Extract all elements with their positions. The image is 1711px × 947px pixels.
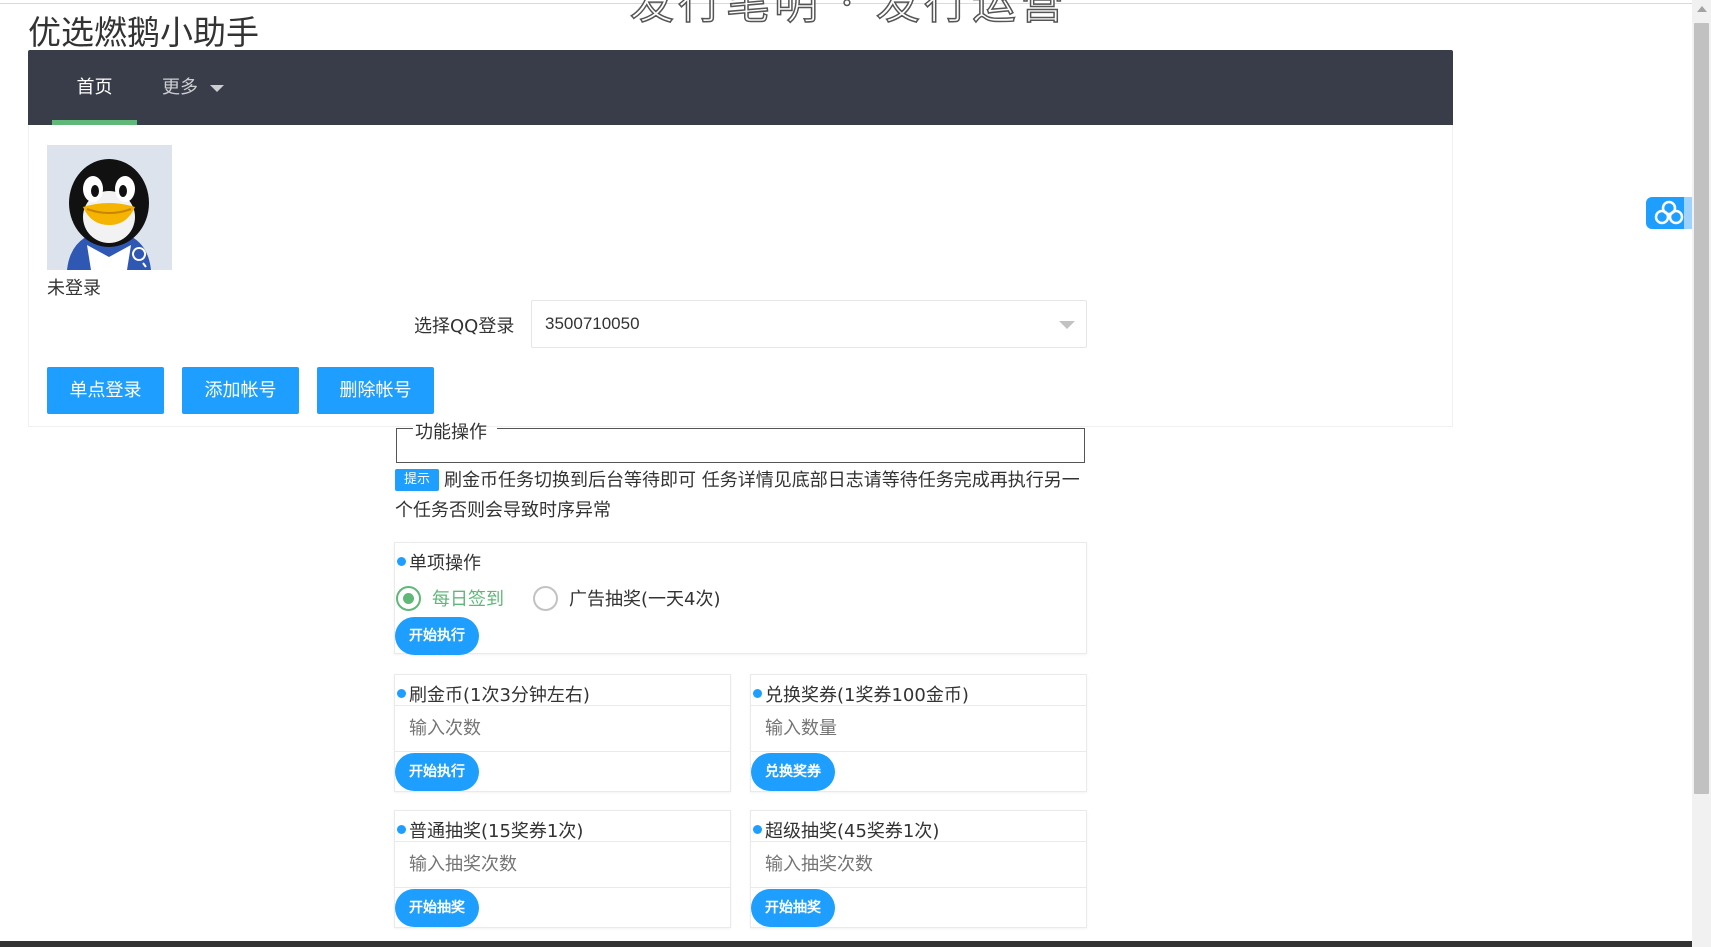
card-title: 超级抽奖(45奖券1次) [765, 821, 940, 842]
exchange-amount-input[interactable]: 输入数量 [751, 705, 1086, 752]
super-lottery-button[interactable]: 开始抽奖 [751, 889, 835, 927]
qq-account-select[interactable]: 3500710050 [531, 300, 1087, 348]
function-legend: 功能操作 [415, 418, 487, 444]
bullet-dot-icon [397, 557, 406, 566]
top-navbar: 首页 更多 [28, 50, 1453, 125]
cloud-icon [1654, 200, 1684, 225]
bullet-dot-icon [397, 825, 406, 834]
bottom-border [0, 941, 1692, 947]
card-title: 兑换奖券(1奖券100金币) [765, 685, 969, 706]
card-title: 单项操作 [409, 553, 481, 574]
avatar [47, 145, 172, 270]
card-title: 普通抽奖(15奖券1次) [409, 821, 584, 842]
page-banner: 发行笔明 · 发行运营 [629, 0, 1068, 30]
add-account-button[interactable]: 添加帐号 [182, 367, 299, 414]
qq-select-label: 选择QQ登录 [414, 316, 515, 337]
single-login-button[interactable]: 单点登录 [47, 367, 164, 414]
normal-lottery-button[interactable]: 开始抽奖 [395, 889, 479, 927]
bullet-dot-icon [753, 689, 762, 698]
float-widget-tab[interactable] [1684, 197, 1692, 229]
tip-text: 刷金币任务切换到后台等待即可 任务详情见底部日志请等待任务完成再执行另一个任务否… [395, 470, 1080, 521]
scrollbar-thumb[interactable] [1694, 23, 1709, 794]
bullet-dot-icon [397, 689, 406, 698]
radio-unchecked-icon [533, 586, 558, 611]
qq-select-value: 3500710050 [545, 314, 640, 333]
caret-down-icon [209, 84, 224, 92]
super-lottery-count-input[interactable]: 输入抽奖次数 [751, 841, 1086, 888]
fieldset-border [497, 428, 1085, 429]
app-title: 优选燃鹅小助手 [28, 13, 259, 52]
card-title: 刷金币(1次3分钟左右) [409, 685, 590, 706]
coin-farm-card: 刷金币(1次3分钟左右) 输入次数 开始执行 [394, 674, 731, 792]
exchange-ticket-card: 兑换奖券(1奖券100金币) 输入数量 兑换奖券 [750, 674, 1087, 792]
nav-item-more[interactable]: 更多 [162, 50, 224, 125]
coin-count-input[interactable]: 输入次数 [395, 705, 730, 752]
radio-checked-icon [396, 586, 421, 611]
delete-account-button[interactable]: 删除帐号 [317, 367, 434, 414]
caret-down-icon [1059, 321, 1075, 329]
exchange-ticket-button[interactable]: 兑换奖券 [751, 753, 835, 791]
coin-farm-start-button[interactable]: 开始执行 [395, 753, 479, 791]
radio-label: 广告抽奖(一天4次) [569, 589, 721, 610]
single-ops-start-button[interactable]: 开始执行 [395, 617, 479, 655]
tip-badge: 提示 [395, 469, 439, 491]
super-lottery-card: 超级抽奖(45奖券1次) 输入抽奖次数 开始抽奖 [750, 810, 1087, 928]
bullet-dot-icon [753, 825, 762, 834]
normal-lottery-count-input[interactable]: 输入抽奖次数 [395, 841, 730, 888]
nav-item-home[interactable]: 首页 [52, 50, 137, 125]
login-status: 未登录 [47, 278, 101, 299]
nav-more-label: 更多 [162, 77, 198, 98]
scroll-up-icon[interactable] [1697, 6, 1707, 12]
fieldset-border [396, 428, 413, 429]
normal-lottery-card: 普通抽奖(15奖券1次) 输入抽奖次数 开始抽奖 [394, 810, 731, 928]
nav-home-label: 首页 [76, 77, 113, 98]
radio-label: 每日签到 [432, 589, 504, 610]
function-fieldset [396, 428, 1085, 463]
penguin-avatar-icon [47, 145, 172, 270]
